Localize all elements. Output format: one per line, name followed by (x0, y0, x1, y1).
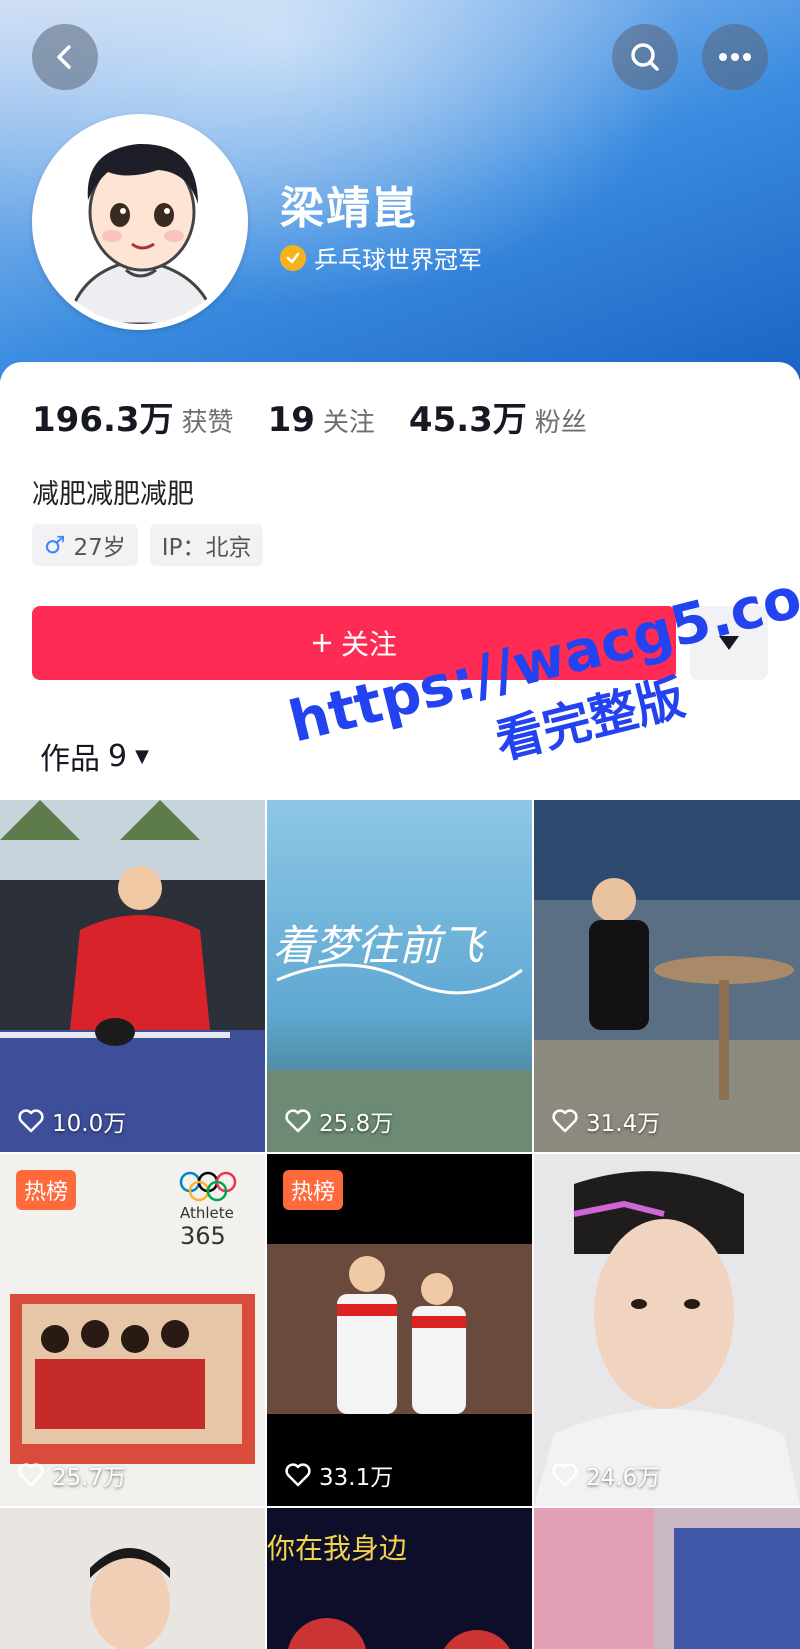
heart-icon (285, 1463, 311, 1487)
age-tag-label: 27岁 (73, 535, 126, 561)
video-thumbnail: 你在我身边 (267, 1508, 532, 1649)
video-tile[interactable]: 24.6万 (534, 1154, 800, 1506)
like-count: 24.6万 (552, 1458, 660, 1492)
like-count: 25.8万 (285, 1104, 393, 1138)
stat-label: 关注 (322, 408, 375, 438)
stat-value: 19 (267, 400, 315, 440)
video-grid: 10.0万 着梦往前飞 25.8万 31.4万 Athlete 365 热榜 2… (0, 800, 800, 1649)
works-tab-label: 作品 (40, 742, 100, 777)
profile-name: 梁靖崑 (280, 183, 418, 234)
cartoon-avatar-image (38, 120, 242, 324)
video-thumbnail (534, 1508, 800, 1649)
more-dots-icon (719, 53, 751, 61)
caret-down-icon: ▼ (135, 745, 149, 767)
male-icon: ♂ (44, 531, 66, 559)
stat-likes[interactable]: 196.3万 获赞 (32, 392, 234, 441)
follow-button-label: 关注 (340, 628, 397, 661)
like-count: 33.1万 (285, 1458, 393, 1492)
like-count: 25.7万 (18, 1458, 126, 1492)
video-thumbnail (534, 1154, 800, 1506)
heart-icon (18, 1463, 44, 1487)
like-count-value: 25.8万 (319, 1111, 394, 1137)
ip-tag: IP：北京 (149, 524, 264, 566)
chevron-left-icon (57, 45, 71, 69)
video-thumbnail (0, 1508, 265, 1649)
stat-value: 45.3万 (408, 400, 527, 440)
profile-bio: 减肥减肥减肥 (32, 479, 194, 510)
age-tag: ♂ 27岁 (32, 524, 138, 566)
stat-value: 196.3万 (32, 400, 174, 440)
stat-label: 粉丝 (534, 408, 587, 438)
video-tile[interactable] (534, 1508, 800, 1649)
like-count-value: 24.6万 (586, 1465, 661, 1491)
athlete-365-label: 365 (180, 1222, 226, 1250)
tab-works[interactable]: 作品 9 ▼ (40, 734, 149, 778)
heart-icon (285, 1109, 311, 1133)
heart-icon (18, 1109, 44, 1133)
verified-title: 乒乓球世界冠军 (314, 246, 482, 274)
like-count-value: 31.4万 (586, 1111, 661, 1137)
stats-row: 196.3万 获赞 19 关注 45.3万 粉丝 (32, 392, 621, 441)
heart-icon (552, 1109, 578, 1133)
video-tile[interactable] (0, 1508, 265, 1649)
like-count: 10.0万 (18, 1104, 126, 1138)
video-tile[interactable]: 你在我身边 (267, 1508, 532, 1649)
video-tile[interactable]: 31.4万 (534, 800, 800, 1152)
video-tile[interactable]: 着梦往前飞 25.8万 (267, 800, 532, 1152)
calligraphy-text: 着梦往前飞 (273, 921, 488, 970)
athlete-label: Athlete (180, 1204, 234, 1222)
verified-check-icon (280, 244, 306, 271)
overlay-text: 你在我身边 (267, 1532, 407, 1565)
hot-badge: 热榜 (283, 1170, 344, 1210)
video-thumbnail (534, 800, 800, 1152)
like-count: 31.4万 (552, 1104, 660, 1138)
like-count-value: 33.1万 (319, 1465, 394, 1491)
video-tile[interactable]: 10.0万 (0, 800, 265, 1152)
video-tile[interactable]: 热榜 33.1万 (267, 1154, 532, 1506)
stat-followers[interactable]: 45.3万 粉丝 (409, 392, 587, 441)
stat-following[interactable]: 19 关注 (268, 400, 375, 440)
video-thumbnail: 着梦往前飞 (267, 800, 532, 1152)
like-count-value: 10.0万 (52, 1111, 127, 1137)
hot-badge: 热榜 (16, 1170, 77, 1210)
stat-label: 获赞 (181, 408, 234, 438)
plus-icon (312, 634, 331, 652)
profile-tags: ♂ 27岁 IP：北京 (32, 524, 264, 566)
heart-icon (552, 1463, 578, 1487)
search-icon (631, 43, 659, 71)
video-tile[interactable]: Athlete 365 热榜 25.7万 (0, 1154, 265, 1506)
like-count-value: 25.7万 (52, 1465, 127, 1491)
video-thumbnail (0, 800, 265, 1152)
works-tab-count: 9 (108, 738, 128, 774)
verification-badge: 乒乓球世界冠军 (280, 240, 482, 275)
avatar[interactable] (32, 114, 248, 330)
ip-tag-label: IP：北京 (161, 535, 252, 561)
more-button[interactable] (702, 24, 768, 90)
search-button[interactable] (612, 24, 678, 90)
back-button[interactable] (32, 24, 98, 90)
